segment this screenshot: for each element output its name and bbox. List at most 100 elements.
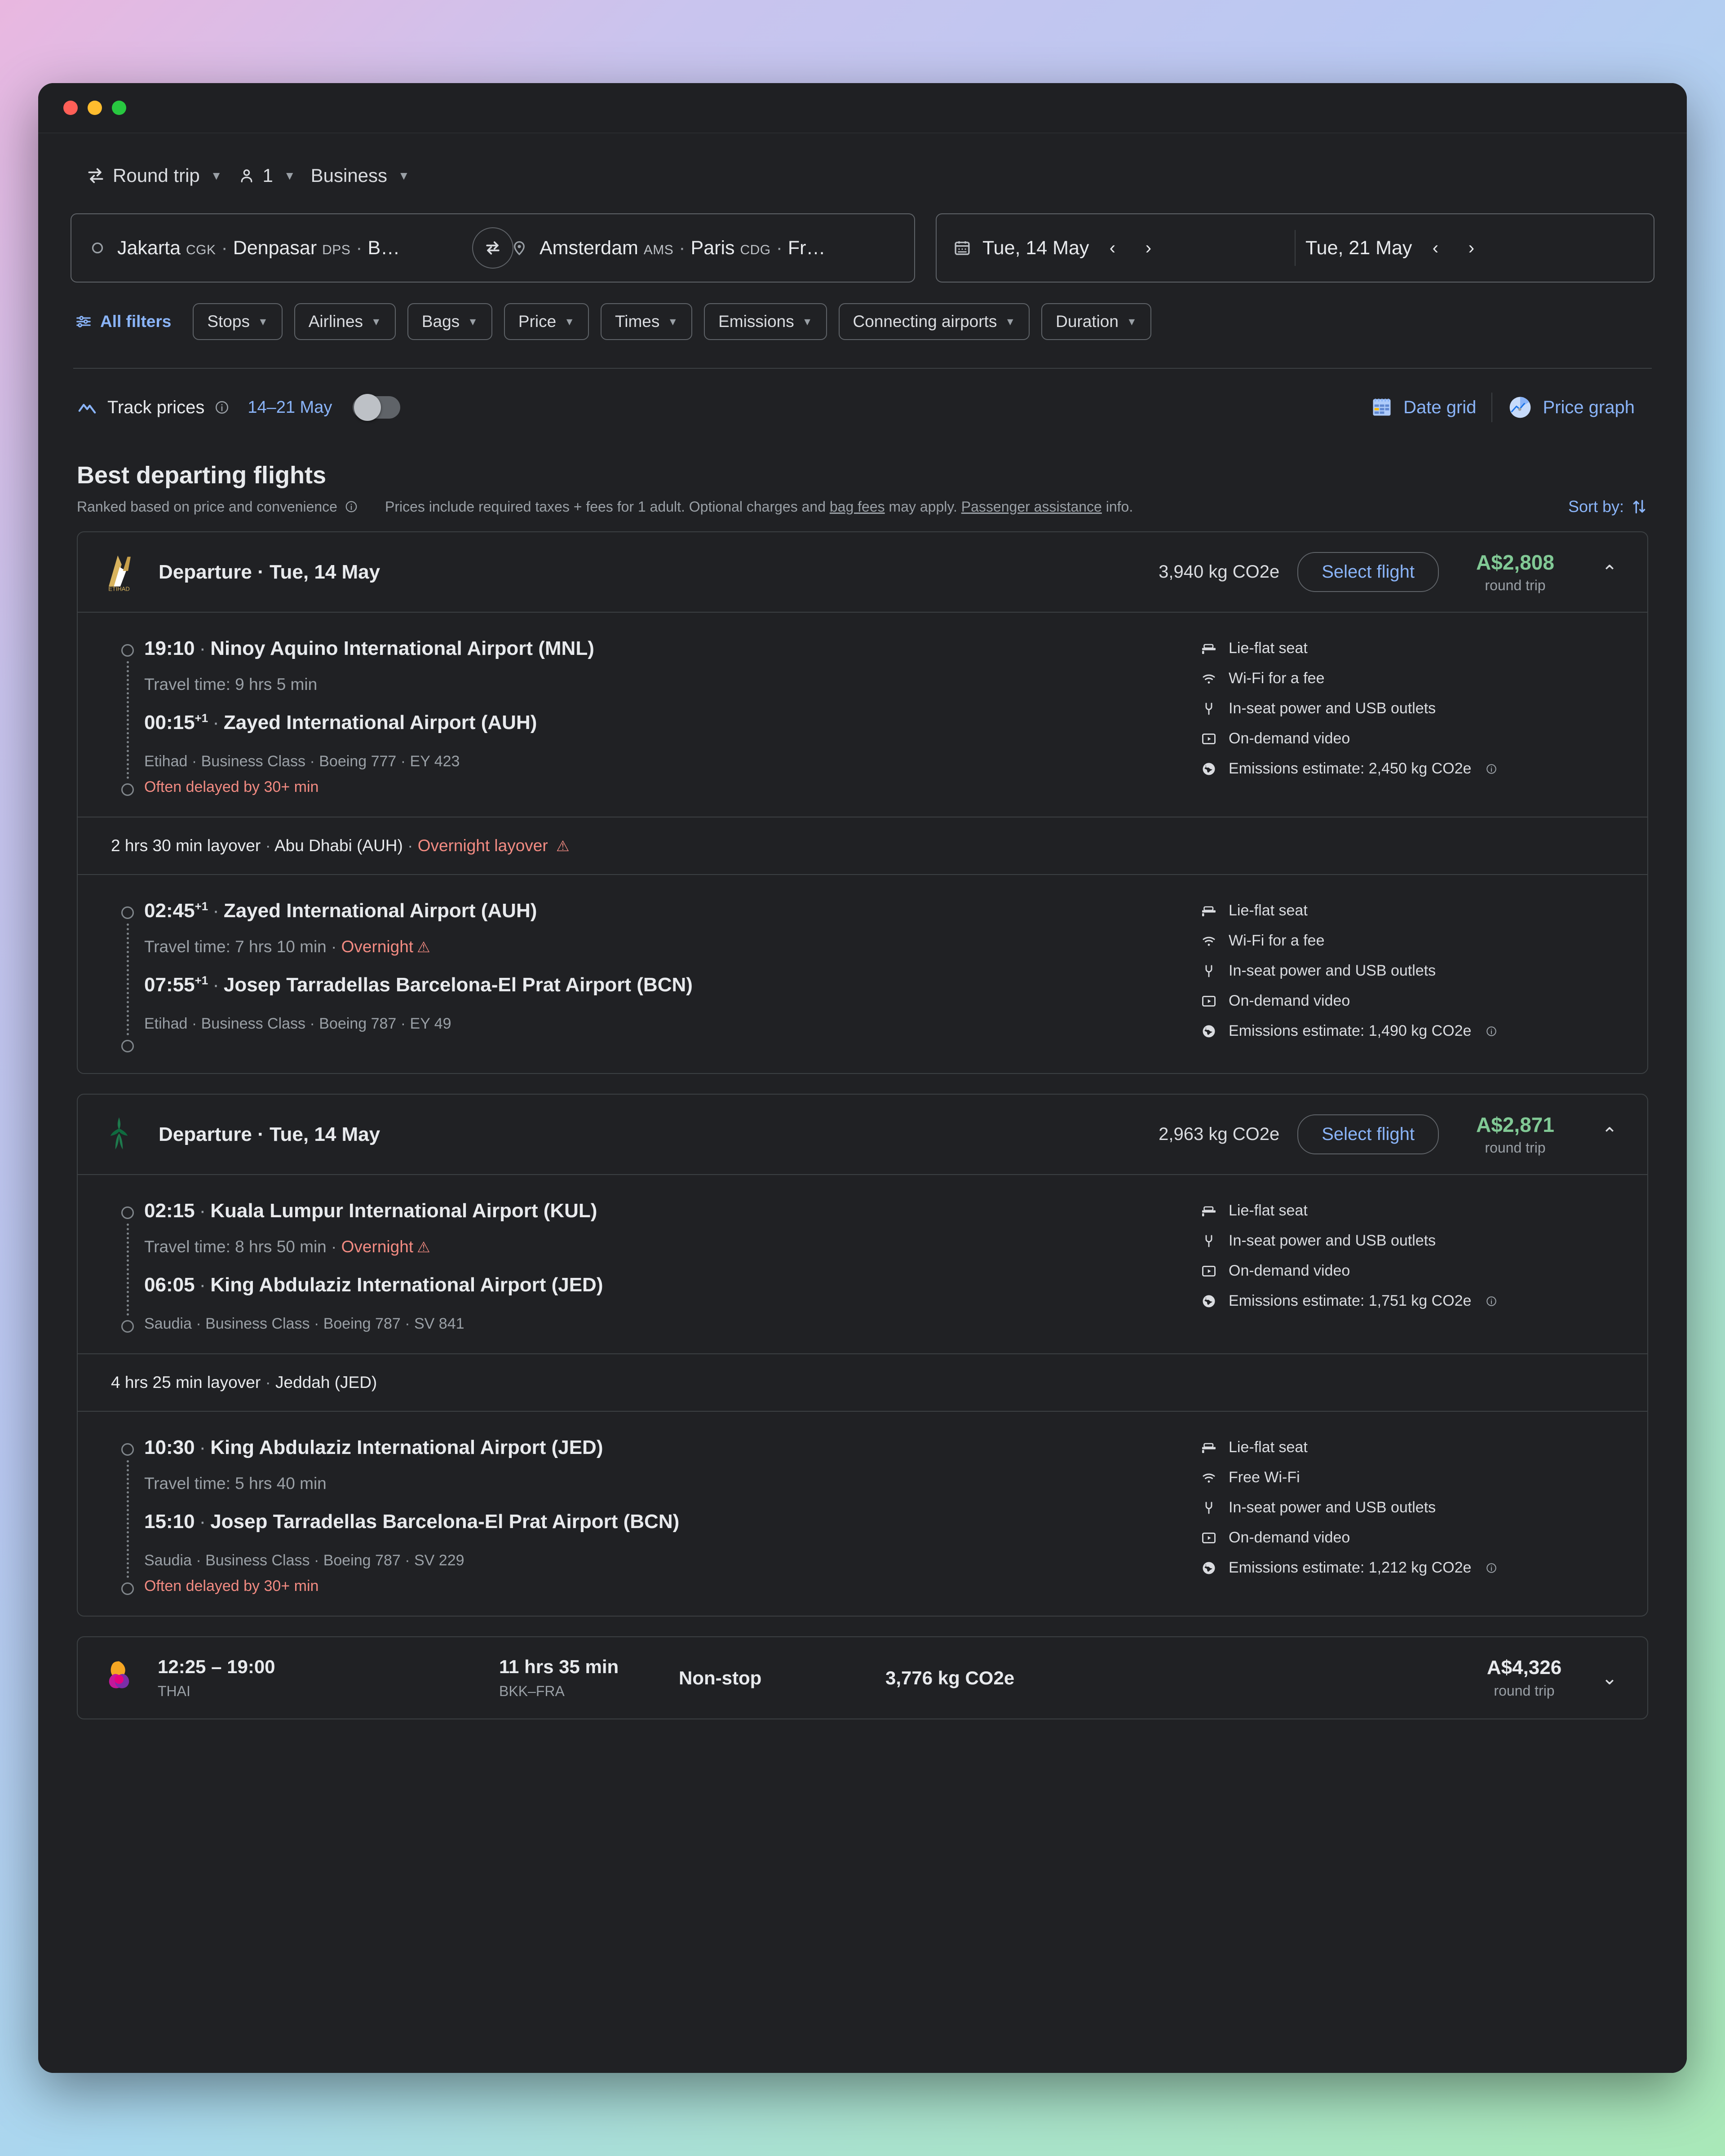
track-prices-label: Track prices	[107, 397, 205, 417]
depart-date-group[interactable]: Tue, 14 May ‹ ›	[953, 235, 1285, 261]
window-minimize-button[interactable]	[88, 101, 102, 115]
filter-sliders-icon	[75, 313, 92, 330]
depart-prev-day-button[interactable]: ‹	[1100, 235, 1125, 261]
collapse-card-button[interactable]: ⌃	[1592, 1123, 1628, 1145]
flight-card-header[interactable]: Departure · Tue, 14 May 2,963 kg CO2e Se…	[78, 1095, 1647, 1174]
origin-circle-icon	[89, 240, 106, 256]
filter-chip-airlines[interactable]: Airlines ▼	[294, 303, 396, 340]
info-icon[interactable]	[1486, 1025, 1497, 1037]
timeline-dot-depart	[121, 1443, 134, 1456]
trip-type-selector[interactable]: Round trip ▼	[82, 159, 234, 193]
chevron-down-icon: ▼	[257, 315, 268, 327]
return-date-group[interactable]: Tue, 21 May ‹ ›	[1305, 235, 1637, 261]
amenity-video: On-demand video	[1201, 1529, 1614, 1546]
video-icon	[1201, 993, 1217, 1009]
leg-operator-info: Saudia · Business Class · Boeing 787 · S…	[144, 1552, 464, 1569]
info-icon[interactable]	[1486, 1562, 1497, 1574]
swap-origin-destination-button[interactable]	[472, 227, 513, 269]
leg-operator-info: Etihad · Business Class · Boeing 777 · E…	[144, 753, 460, 770]
compact-stops-group: Non-stop	[662, 1667, 868, 1689]
info-icon[interactable]	[345, 500, 358, 513]
leg-amenities: Lie-flat seat Wi-Fi for a fee In-seat po…	[1201, 898, 1614, 1052]
all-filters-button[interactable]: All filters	[72, 305, 181, 338]
flight-card-header[interactable]: ETIHAD Departure · Tue, 14 May 3,940 kg …	[78, 532, 1647, 612]
layover-row: 2 hrs 30 min layover · Abu Dhabi (AUH) ·…	[78, 817, 1647, 875]
origin-text: Jakarta CGK · Denpasar DPS · B…	[117, 237, 400, 259]
filter-chip-duration[interactable]: Duration ▼	[1041, 303, 1151, 340]
video-icon	[1201, 731, 1217, 747]
swap-horizontal-icon	[86, 166, 106, 186]
depart-next-day-button[interactable]: ›	[1136, 235, 1161, 261]
select-flight-button[interactable]: Select flight	[1297, 1114, 1439, 1154]
date-grid-button[interactable]: Date grid	[1355, 389, 1491, 425]
chevron-down-icon: ▼	[1126, 315, 1137, 327]
destination-input[interactable]: Amsterdam AMS · Paris CDG · Fr…	[493, 214, 914, 282]
leg-arrival: 07:55+1 · Josep Tarradellas Barcelona-El P…	[144, 973, 693, 996]
cabin-class-selector[interactable]: Business ▼	[307, 159, 421, 193]
calendar-icon	[953, 239, 972, 257]
leg-timeline	[111, 1435, 144, 1595]
timeline-dot-depart	[121, 644, 134, 657]
timeline-dot-depart	[121, 1206, 134, 1219]
flight-price: A$2,871	[1476, 1113, 1554, 1136]
filter-chip-connecting-airports[interactable]: Connecting airports ▼	[838, 303, 1030, 340]
filter-chip-times[interactable]: Times ▼	[601, 303, 693, 340]
info-icon[interactable]	[1486, 1295, 1497, 1307]
leg-travel-time: Travel time: 5 hrs 40 min	[144, 1474, 327, 1493]
leg-travel-time: Travel time: 7 hrs 10 min · Overnight ⚠	[144, 937, 430, 956]
amenity-label: In-seat power and USB outlets	[1229, 1232, 1436, 1249]
leg-travel-time: Travel time: 8 hrs 50 min · Overnight ⚠	[144, 1237, 430, 1256]
chevron-down-icon: ▼	[802, 315, 813, 327]
compact-times-group: 12:25 – 19:00 THAI	[141, 1656, 482, 1700]
amenity-label: On-demand video	[1229, 1529, 1350, 1546]
timeline-dot-arrive	[121, 1582, 134, 1595]
window-maximize-button[interactable]	[112, 101, 126, 115]
return-prev-day-button[interactable]: ‹	[1423, 235, 1448, 261]
window-close-button[interactable]	[63, 101, 78, 115]
leg-timeline	[111, 636, 144, 796]
filter-chip-stops[interactable]: Stops ▼	[193, 303, 283, 340]
select-flight-button[interactable]: Select flight	[1297, 552, 1439, 592]
sort-by-button[interactable]: Sort by:	[1568, 497, 1648, 516]
swap-arrows-icon	[483, 238, 503, 258]
saudia-logo-icon	[97, 1113, 141, 1156]
info-icon[interactable]	[214, 400, 230, 415]
track-prices-row: Track prices 14–21 May Date grid Price g…	[71, 369, 1654, 446]
timeline-dot-arrive	[121, 1320, 134, 1333]
emissions-globe-icon	[1201, 761, 1217, 777]
amenity-lie-flat-seat: Lie-flat seat	[1201, 1202, 1614, 1219]
track-prices-toggle[interactable]	[353, 394, 401, 421]
amenity-label: Emissions estimate: 1,751 kg CO2e	[1229, 1292, 1472, 1309]
filter-chip-bags[interactable]: Bags ▼	[407, 303, 492, 340]
return-next-day-button[interactable]: ›	[1459, 235, 1484, 261]
leg-departure: 02:15 · Kuala Lumpur International Airport…	[144, 1200, 597, 1222]
amenity-label: In-seat power and USB outlets	[1229, 962, 1436, 979]
amenity-power: In-seat power and USB outlets	[1201, 1499, 1614, 1516]
origin-input[interactable]: Jakarta CGK · Denpasar DPS · B…	[71, 214, 493, 282]
leg-delay-warning: Often delayed by 30+ min	[144, 1577, 319, 1595]
filter-chip-emissions[interactable]: Emissions ▼	[704, 303, 827, 340]
passenger-assistance-link[interactable]: Passenger assistance	[961, 499, 1102, 515]
leg-arrival: 15:10 · Josep Tarradellas Barcelona-El Pra…	[144, 1511, 680, 1533]
flight-price-sub: round trip	[1485, 577, 1546, 593]
timeline-dot-arrive	[121, 1040, 134, 1052]
video-icon	[1201, 1263, 1217, 1279]
compact-duration: 11 hrs 35 min	[499, 1656, 619, 1677]
filter-chip-price[interactable]: Price ▼	[504, 303, 589, 340]
collapse-card-button[interactable]: ⌃	[1592, 561, 1628, 583]
compact-flight-row[interactable]: 12:25 – 19:00 THAI 11 hrs 35 min BKK–FRA…	[78, 1637, 1647, 1719]
bag-fees-link[interactable]: bag fees	[830, 499, 885, 515]
lie-flat-seat-icon	[1201, 641, 1217, 657]
wifi-icon	[1201, 671, 1217, 687]
amenity-label: Lie-flat seat	[1229, 1439, 1308, 1456]
track-prices-date-range: 14–21 May	[248, 398, 332, 417]
amenity-label: In-seat power and USB outlets	[1229, 1499, 1436, 1516]
chip-label: Times	[615, 312, 660, 331]
expand-card-button[interactable]: ⌄	[1592, 1667, 1628, 1689]
timeline-line	[126, 923, 129, 1035]
info-icon[interactable]	[1486, 763, 1497, 775]
price-graph-button[interactable]: Price graph	[1492, 389, 1650, 426]
layover-airport: Abu Dhabi (AUH)	[274, 836, 403, 855]
section-subheader: Ranked based on price and convenience Pr…	[71, 497, 1654, 531]
passengers-selector[interactable]: 1 ▼	[234, 159, 307, 193]
